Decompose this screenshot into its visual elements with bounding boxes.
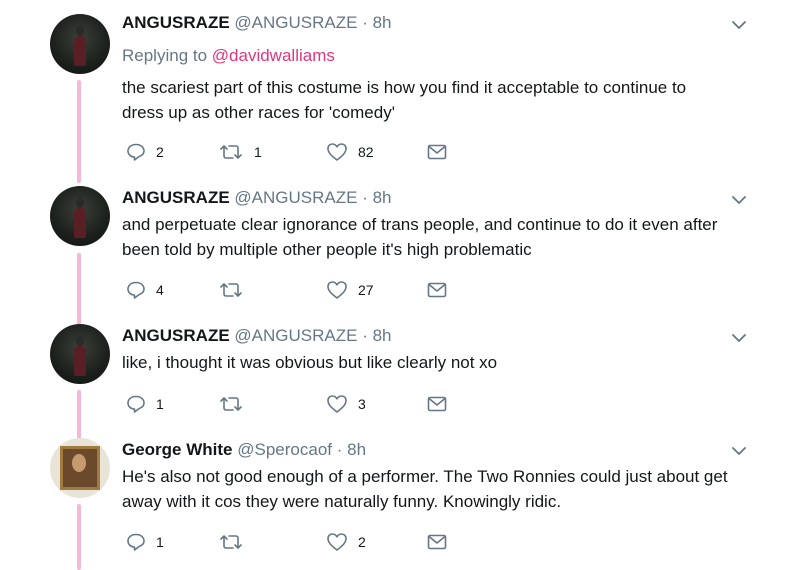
avatar[interactable]	[50, 14, 110, 74]
heart-icon	[327, 395, 347, 413]
display-name[interactable]: George White	[122, 440, 233, 459]
display-name[interactable]: ANGUSRAZE	[122, 13, 230, 32]
avatar[interactable]	[50, 186, 110, 246]
user-handle[interactable]: @ANGUSRAZE	[234, 188, 357, 207]
tweet-header: ANGUSRAZE @ANGUSRAZE · 8h	[122, 13, 392, 33]
envelope-icon	[427, 396, 447, 412]
like-count: 27	[358, 282, 374, 298]
display-name[interactable]: ANGUSRAZE	[122, 188, 230, 207]
heart-icon	[327, 281, 347, 299]
tweet-2[interactable]: ANGUSRAZE @ANGUSRAZE · 8h and perpetuate…	[0, 183, 800, 326]
retweet-button[interactable]	[218, 532, 254, 552]
replying-to-label: Replying to	[122, 46, 212, 65]
tweet-header: ANGUSRAZE @ANGUSRAZE · 8h	[122, 188, 392, 208]
reply-icon	[127, 533, 145, 551]
like-button[interactable]: 2	[326, 532, 366, 552]
like-button[interactable]: 27	[326, 280, 374, 300]
retweet-icon	[220, 535, 242, 549]
retweet-icon	[220, 397, 242, 411]
avatar-figure-shape	[74, 36, 86, 66]
user-handle[interactable]: @Sperocaof	[237, 440, 332, 459]
separator: ·	[357, 13, 373, 32]
reply-button[interactable]: 2	[126, 142, 164, 162]
avatar-face-shape	[72, 454, 86, 472]
reply-icon	[127, 395, 145, 413]
tweet-text: and perpetuate clear ignorance of trans …	[122, 215, 718, 259]
reply-button[interactable]: 1	[126, 532, 164, 552]
display-name[interactable]: ANGUSRAZE	[122, 326, 230, 345]
user-handle[interactable]: @ANGUSRAZE	[234, 326, 357, 345]
heart-icon	[327, 533, 347, 551]
chevron-down-icon[interactable]	[732, 18, 746, 32]
replying-to-link[interactable]: @davidwalliams	[212, 46, 335, 65]
retweet-button[interactable]	[218, 394, 254, 414]
reply-count: 2	[156, 144, 164, 160]
reply-thread: ANGUSRAZE @ANGUSRAZE · 8h Replying to @d…	[0, 0, 800, 570]
separator: ·	[357, 326, 373, 345]
direct-message-button[interactable]	[427, 534, 447, 550]
separator: ·	[332, 440, 348, 459]
user-handle[interactable]: @ANGUSRAZE	[234, 13, 357, 32]
envelope-icon	[427, 144, 447, 160]
tweet-1[interactable]: ANGUSRAZE @ANGUSRAZE · 8h Replying to @d…	[0, 0, 800, 183]
avatar-head-shape	[76, 198, 84, 208]
like-count: 2	[358, 534, 366, 550]
separator: ·	[357, 188, 373, 207]
chevron-down-icon[interactable]	[732, 193, 746, 207]
avatar-head-shape	[76, 336, 84, 346]
tweet-text: He's also not good enough of a performer…	[122, 467, 728, 511]
tweet-header: George White @Sperocaof · 8h	[122, 440, 366, 460]
chevron-down-icon[interactable]	[732, 444, 746, 458]
avatar-head-shape	[76, 26, 84, 36]
tweet-3[interactable]: ANGUSRAZE @ANGUSRAZE · 8h like, i though…	[0, 321, 800, 442]
reply-count: 1	[156, 396, 164, 412]
like-count: 82	[358, 144, 374, 160]
tweet-text: like, i thought it was obvious but like …	[122, 353, 498, 372]
chevron-down-icon[interactable]	[732, 331, 746, 345]
reply-icon	[127, 143, 145, 161]
heart-icon	[327, 143, 347, 161]
thread-line	[77, 504, 81, 570]
reply-count: 4	[156, 282, 164, 298]
retweet-icon	[220, 283, 242, 297]
reply-count: 1	[156, 534, 164, 550]
reply-button[interactable]: 4	[126, 280, 164, 300]
envelope-icon	[427, 282, 447, 298]
reply-button[interactable]: 1	[126, 394, 164, 414]
direct-message-button[interactable]	[427, 144, 447, 160]
avatar[interactable]	[50, 324, 110, 384]
timestamp[interactable]: 8h	[373, 188, 392, 207]
replying-to: Replying to @davidwalliams	[122, 46, 335, 66]
thread-line	[77, 253, 81, 326]
like-count: 3	[358, 396, 366, 412]
tweet-4[interactable]: George White @Sperocaof · 8h He's also n…	[0, 434, 800, 570]
retweet-button[interactable]	[218, 280, 254, 300]
timestamp[interactable]: 8h	[347, 440, 366, 459]
thread-line	[77, 80, 81, 183]
envelope-icon	[427, 534, 447, 550]
avatar-figure-shape	[74, 208, 86, 238]
timestamp[interactable]: 8h	[373, 326, 392, 345]
tweet-header: ANGUSRAZE @ANGUSRAZE · 8h	[122, 326, 392, 346]
retweet-icon	[220, 145, 242, 159]
direct-message-button[interactable]	[427, 396, 447, 412]
retweet-button[interactable]: 1	[218, 142, 262, 162]
direct-message-button[interactable]	[427, 282, 447, 298]
tweet-text: the scariest part of this costume is how…	[122, 78, 687, 122]
timestamp[interactable]: 8h	[373, 13, 392, 32]
like-button[interactable]: 3	[326, 394, 366, 414]
retweet-count: 1	[254, 144, 262, 160]
reply-icon	[127, 281, 145, 299]
avatar[interactable]	[50, 438, 110, 498]
avatar-figure-shape	[74, 346, 86, 376]
like-button[interactable]: 82	[326, 142, 374, 162]
